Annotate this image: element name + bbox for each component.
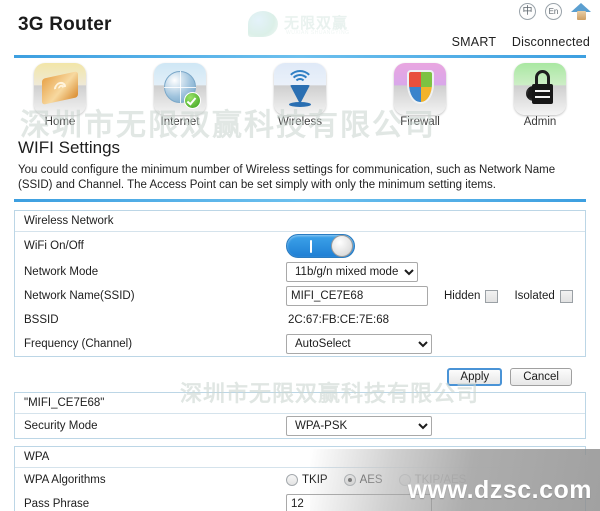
- isolated-checkbox[interactable]: [559, 289, 573, 303]
- tkip-radio[interactable]: [286, 474, 298, 486]
- status-smart-label: SMART: [451, 35, 497, 49]
- wifi-icon-glyph: [285, 70, 315, 108]
- nav-item-firewall-label: Firewall: [400, 116, 440, 128]
- aes-label: AES: [359, 474, 383, 486]
- status-connection-label: Disconnected: [511, 35, 590, 49]
- pass-phrase-row: Pass Phrase: [15, 492, 585, 511]
- wpa-algorithms-label: WPA Algorithms: [24, 474, 106, 486]
- bssid-row: BSSID 2C:67:FB:CE:7E:68: [15, 308, 585, 332]
- nav-item-firewall[interactable]: Firewall: [360, 63, 480, 132]
- wpa-algorithm-option-tkip[interactable]: TKIP: [286, 474, 328, 486]
- tkip-label: TKIP: [302, 474, 328, 486]
- wpa-algorithm-option-aes[interactable]: AES: [343, 474, 383, 486]
- nav-item-internet-label: Internet: [160, 116, 200, 128]
- home-nav-icon-glyph: [42, 71, 78, 105]
- shield-icon-glyph: [407, 70, 434, 104]
- wireless-network-panel: Wireless Network WiFi On/Off Network Mod…: [14, 210, 586, 357]
- wifi-onoff-toggle[interactable]: [286, 234, 355, 258]
- network-mode-row: Network Mode 11b/g/n mixed mode11b only1…: [15, 260, 585, 284]
- nav-item-admin-label: Admin: [523, 116, 557, 128]
- toggle-on-mark: [310, 240, 312, 253]
- cancel-button[interactable]: Cancel: [510, 368, 572, 386]
- pass-phrase-label: Pass Phrase: [24, 498, 90, 510]
- aes-radio[interactable]: [343, 474, 356, 486]
- tkipaes-label: TKIP/AES: [414, 474, 467, 486]
- wifi-signal-icon: [274, 63, 326, 115]
- connection-status: SMART Disconnected: [452, 35, 590, 49]
- language-english-button[interactable]: En: [545, 3, 562, 20]
- lock-icon-glyph: [526, 70, 556, 108]
- page-title: WIFI Settings: [18, 138, 121, 157]
- nav-item-internet[interactable]: Internet: [120, 63, 240, 132]
- security-panel: "MIFI_CE7E68" Security Mode DisableOPENS…: [14, 392, 586, 439]
- wpa-panel: WPA WPA Algorithms TKIP AES TKIP/AES Pas…: [14, 446, 586, 511]
- content-divider: [14, 199, 586, 202]
- brand-title: 3G Router: [18, 14, 112, 35]
- network-mode-select[interactable]: 11b/g/n mixed mode11b only11g only11n on…: [286, 262, 418, 282]
- frequency-row: Frequency (Channel) AutoSelect1234567891…: [15, 332, 585, 356]
- lock-gear-icon: [514, 63, 566, 115]
- wpa-section-title: WPA: [15, 447, 585, 468]
- main-navigation: Home Internet Wireless Firewall Admin: [0, 57, 600, 132]
- wpa-algorithm-option-tkipaes[interactable]: TKIP/AES: [398, 474, 467, 486]
- shield-icon: [394, 63, 446, 115]
- hidden-checkbox[interactable]: [485, 289, 499, 303]
- globe-check-icon: [154, 63, 206, 115]
- bssid-label: BSSID: [24, 314, 59, 326]
- security-mode-select[interactable]: DisableOPENSHAREDWEPAUTOWPA-PSKWPA2-PSKW…: [286, 416, 432, 436]
- wpa-algorithms-row: WPA Algorithms TKIP AES TKIP/AES: [15, 468, 585, 492]
- page-header: 3G Router 中 En SMART Disconnected: [0, 0, 600, 58]
- tkipaes-radio[interactable]: [398, 474, 411, 486]
- frequency-select[interactable]: AutoSelect1234567891011: [286, 334, 432, 354]
- bssid-value: 2C:67:FB:CE:7E:68: [288, 314, 389, 326]
- security-mode-label: Security Mode: [24, 420, 98, 432]
- hidden-checkbox-group: Hidden: [444, 289, 499, 303]
- page-description: You could configure the minimum number o…: [18, 164, 556, 191]
- pass-phrase-input[interactable]: [286, 494, 432, 511]
- nav-item-home[interactable]: Home: [0, 63, 120, 132]
- nav-item-wireless-label: Wireless: [277, 116, 323, 128]
- nav-item-admin[interactable]: Admin: [480, 63, 600, 132]
- language-chinese-button[interactable]: 中: [519, 3, 536, 20]
- home-nav-icon: [34, 63, 86, 115]
- wifi-onoff-label: WiFi On/Off: [24, 240, 84, 252]
- network-mode-label: Network Mode: [24, 266, 99, 278]
- wifi-onoff-row: WiFi On/Off: [15, 232, 585, 260]
- frequency-label: Frequency (Channel): [24, 338, 133, 350]
- isolated-label: Isolated: [514, 290, 555, 302]
- page-content: WIFI Settings You could configure the mi…: [0, 138, 600, 511]
- home-icon-body: [577, 11, 586, 20]
- ssid-row: Network Name(SSID) Hidden Isolated: [15, 284, 585, 308]
- ssid-input[interactable]: [286, 286, 428, 306]
- nav-item-home-label: Home: [44, 116, 76, 128]
- nav-item-wireless[interactable]: Wireless: [240, 63, 360, 132]
- wireless-network-section-title: Wireless Network: [15, 211, 585, 232]
- header-icon-group: 中 En: [519, 2, 592, 21]
- router-admin-page: 无限双赢 WUXIAN SHUANGYING 3G Router 中 En SM…: [0, 0, 600, 511]
- security-mode-row: Security Mode DisableOPENSHAREDWEPAUTOWP…: [15, 414, 585, 438]
- isolated-checkbox-group: Isolated: [514, 289, 573, 303]
- form-action-buttons: Apply Cancel: [14, 364, 586, 392]
- apply-button[interactable]: Apply: [447, 368, 503, 386]
- home-icon[interactable]: [571, 2, 592, 21]
- toggle-knob: [331, 235, 353, 257]
- check-badge-icon: [184, 92, 201, 109]
- security-section-title: "MIFI_CE7E68": [15, 393, 585, 414]
- hidden-label: Hidden: [444, 290, 481, 302]
- ssid-label: Network Name(SSID): [24, 290, 135, 302]
